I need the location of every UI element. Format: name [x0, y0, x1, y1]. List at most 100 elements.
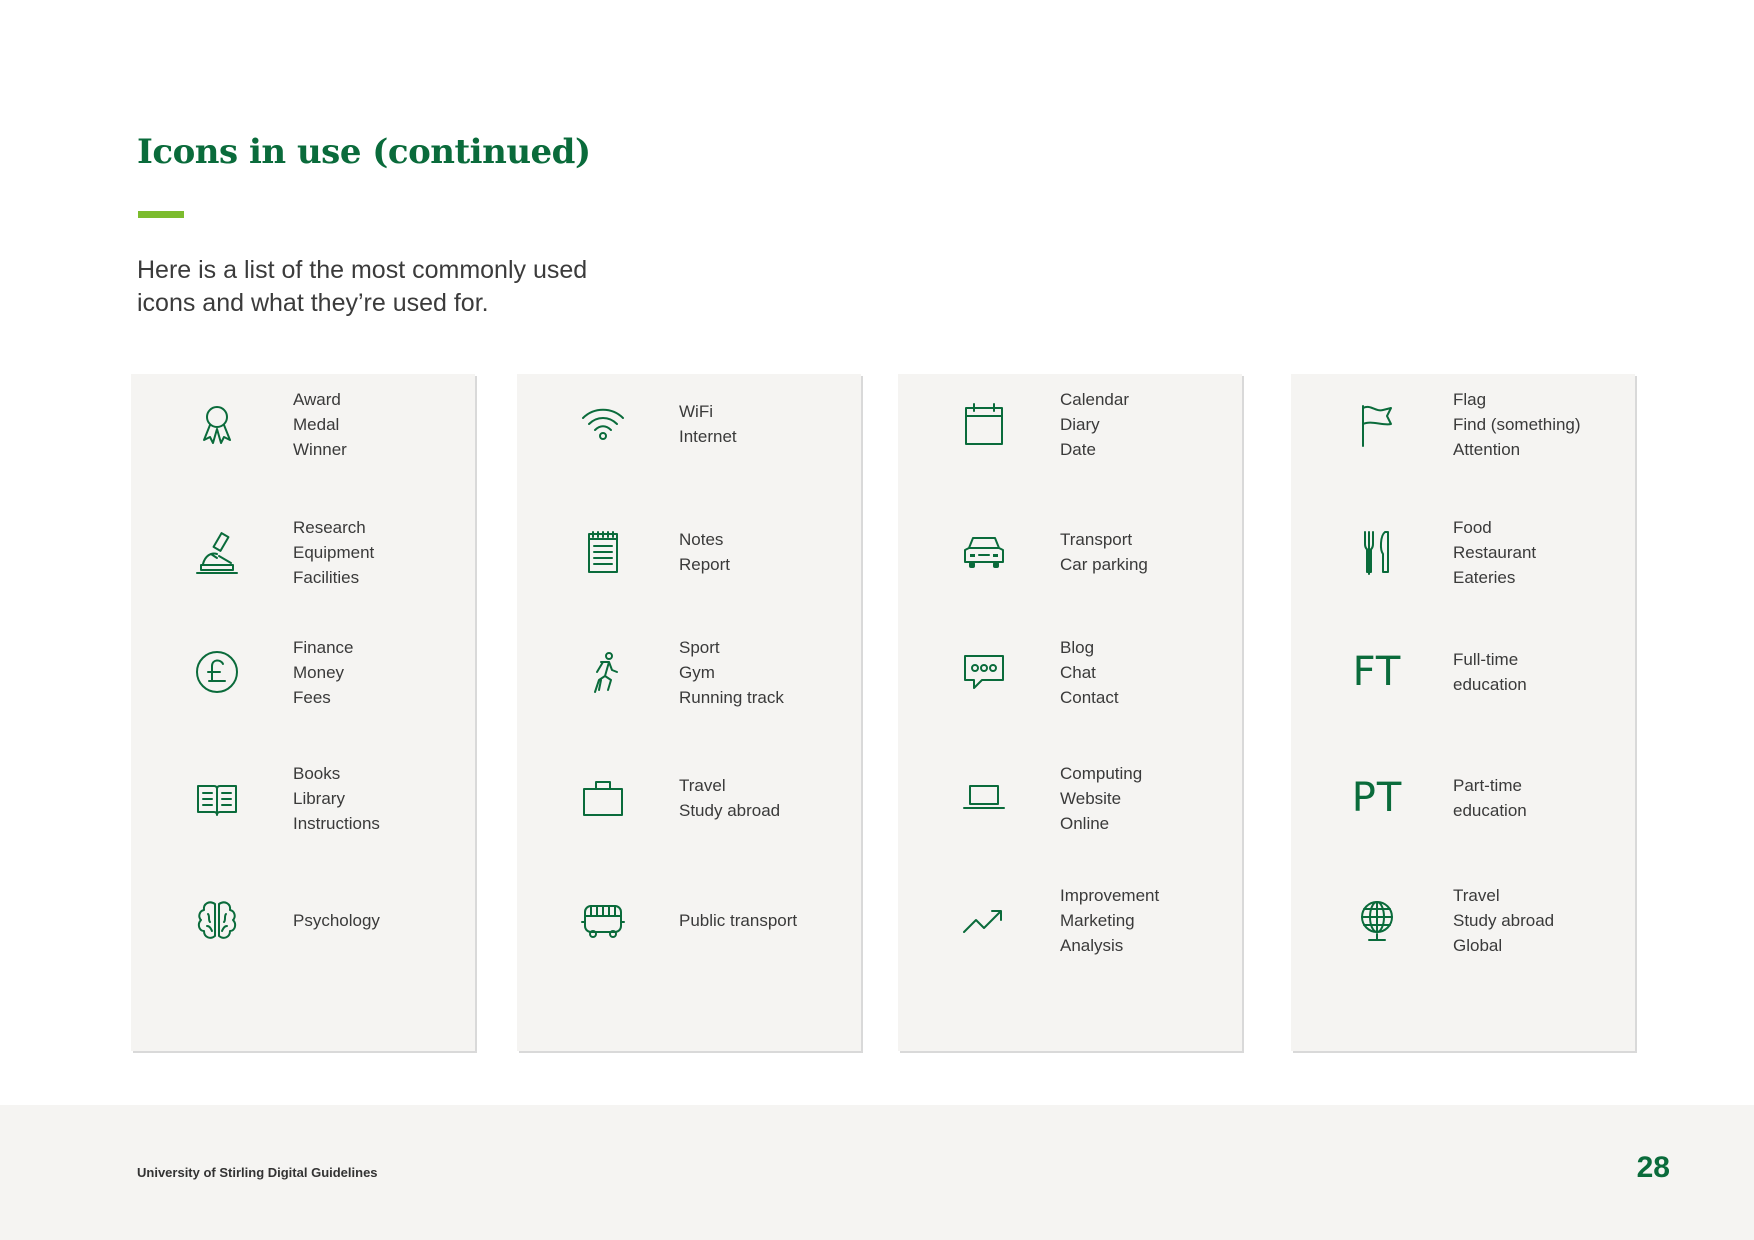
- icon-description-line: Fees: [293, 687, 331, 707]
- icon-list-item: Food Restaurant Eateries: [1291, 507, 1635, 597]
- calendar-icon: [958, 398, 1010, 450]
- pound-coin-icon: [191, 646, 243, 698]
- icon-description-line: Part-time: [1453, 776, 1522, 795]
- icon-description-line: Running track: [679, 687, 784, 707]
- icon-description-line: Analysis: [1060, 935, 1124, 955]
- icon-list-item: Transport Car parking: [898, 507, 1242, 597]
- icon-description: Blog Chat Contact: [1060, 627, 1119, 717]
- icon-description: Computing Website Online: [1060, 753, 1142, 843]
- icon-card-4: Flag Find (something) Attention Food Restaur…: [1291, 374, 1635, 1051]
- icon-card-1: Award Medal Winner Research Equipment Facilit…: [131, 374, 475, 1051]
- notepad-icon: [577, 526, 629, 578]
- flag-icon: [1351, 398, 1403, 450]
- icon-list-item: Travel Study abroad Global: [1291, 875, 1635, 965]
- icon-description-line: Marketing: [1060, 910, 1135, 930]
- icon-description-line: Facilities: [293, 567, 360, 587]
- page-number: 28: [1636, 1151, 1670, 1184]
- icon-description-line: Report: [679, 555, 731, 574]
- icon-list-item: WiFi Internet: [517, 379, 861, 469]
- icon-description-line: Attention: [1453, 439, 1521, 459]
- page-title: Icons in use (continued): [137, 132, 591, 172]
- icon-description-line: Find (something): [1453, 414, 1581, 434]
- icon-list-item: FT Full-time education: [1291, 627, 1635, 717]
- icon-description: Transport Car parking: [1060, 507, 1148, 597]
- icon-description-line: Chat: [1060, 662, 1096, 682]
- icon-description-line: Calendar: [1060, 389, 1129, 409]
- icon-list-item: Finance Money Fees: [131, 627, 475, 717]
- icon-description-line: Flag: [1453, 389, 1487, 409]
- intro-line-1: Here is a list of the most commonly used: [137, 256, 588, 284]
- icon-description: Travel Study abroad: [679, 753, 780, 843]
- microscope-icon: [191, 526, 243, 578]
- bus-icon: [577, 894, 629, 946]
- icon-description: Books Library Instructions: [293, 753, 380, 843]
- icon-description: Psychology: [293, 875, 380, 965]
- icon-description: Finance Money Fees: [293, 627, 353, 717]
- full-time-icon: FT: [1351, 646, 1403, 698]
- chat-icon: [958, 646, 1010, 698]
- icon-list-item: Improvement Marketing Analysis: [898, 875, 1242, 965]
- globe-icon: [1351, 894, 1403, 946]
- fork-knife-icon: [1351, 526, 1403, 578]
- icon-description-line: Improvement: [1060, 885, 1160, 905]
- icon-list-item: Flag Find (something) Attention: [1291, 379, 1635, 469]
- icon-description: Part-time education: [1453, 753, 1527, 843]
- icon-list-item: Sport Gym Running track: [517, 627, 861, 717]
- icon-list-item: Research Equipment Facilities: [131, 507, 475, 597]
- icon-description-line: Blog: [1060, 637, 1095, 657]
- icon-description-line: Winner: [293, 439, 347, 459]
- icon-list-item: Travel Study abroad: [517, 753, 861, 843]
- icon-card-2: WiFi Internet Notes Report Sport Gym Running t…: [517, 374, 861, 1051]
- icon-description-line: Food: [1453, 517, 1492, 537]
- icon-description-line: Transport: [1060, 530, 1133, 549]
- icon-description: Research Equipment Facilities: [293, 507, 374, 597]
- icon-description: Travel Study abroad Global: [1453, 875, 1554, 965]
- icon-description-line: Travel: [679, 776, 726, 795]
- car-icon: [958, 526, 1010, 578]
- icon-description-line: Computing: [1060, 763, 1143, 783]
- trend-up-icon: [958, 894, 1010, 946]
- icon-description: Food Restaurant Eateries: [1453, 507, 1536, 597]
- part-time-icon-text: PT: [1351, 775, 1403, 821]
- icon-description-line: Books: [293, 763, 341, 783]
- icon-description-line: Full-time: [1453, 650, 1519, 669]
- icon-description-line: Global: [1453, 935, 1503, 955]
- icon-list-item: Award Medal Winner: [131, 379, 475, 469]
- footer-label: University of Stirling Digital Guideline…: [137, 1165, 378, 1180]
- icon-description-line: Eateries: [1453, 567, 1516, 587]
- icon-description-line: Library: [293, 788, 345, 808]
- intro-line-2: icons and what they’re used for.: [137, 289, 489, 317]
- icon-description: WiFi Internet: [679, 379, 737, 469]
- icon-list-item: Books Library Instructions: [131, 753, 475, 843]
- icon-description: Public transport: [679, 875, 797, 965]
- icon-list-item: Public transport: [517, 875, 861, 965]
- icon-description-line: WiFi: [679, 402, 713, 421]
- icon-description-line: Website: [1060, 788, 1122, 808]
- briefcase-icon: [577, 772, 629, 824]
- full-time-icon-text: FT: [1352, 649, 1402, 695]
- icon-description-line: Internet: [679, 427, 737, 446]
- laptop-icon: [958, 772, 1010, 824]
- icon-description-line: Award: [293, 389, 341, 409]
- icon-list-item: Psychology: [131, 875, 475, 965]
- icon-description-line: Gym: [679, 662, 715, 682]
- icon-list-item: PT Part-time education: [1291, 753, 1635, 843]
- icon-description-line: Diary: [1060, 414, 1100, 434]
- icon-description-line: Psychology: [293, 910, 380, 930]
- part-time-icon: PT: [1351, 772, 1403, 824]
- icon-description-line: Car parking: [1060, 555, 1148, 574]
- icon-description-line: Medal: [293, 414, 340, 434]
- icon-description-line: Travel: [1453, 885, 1500, 905]
- icon-description-line: Restaurant: [1453, 542, 1537, 562]
- icon-description-line: Study abroad: [1453, 910, 1555, 930]
- runner-icon: [577, 646, 629, 698]
- icon-description-line: Date: [1060, 439, 1096, 459]
- icon-description-line: Study abroad: [679, 801, 781, 820]
- icon-description: Calendar Diary Date: [1060, 379, 1129, 469]
- icon-description: Award Medal Winner: [293, 379, 347, 469]
- icon-description-line: Research: [293, 517, 366, 537]
- brain-icon: [191, 894, 243, 946]
- intro-text: Here is a list of the most commonly used…: [137, 254, 697, 320]
- icon-description: Improvement Marketing Analysis: [1060, 875, 1159, 965]
- icon-description-line: Sport: [679, 637, 720, 657]
